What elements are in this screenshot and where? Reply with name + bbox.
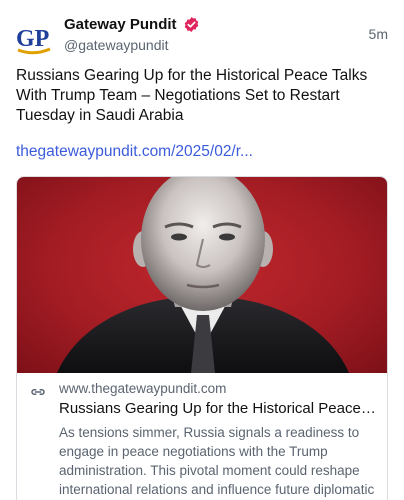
post-header: Gateway Pundit @gatewaypundit [64,14,200,53]
post: GP Gateway Pundit @gatewaypundit 5m Russ… [0,0,404,500]
link-preview-card[interactable]: www.thegatewaypundit.com Russians Gearin… [16,176,388,500]
card-description: As tensions simmer, Russia signals a rea… [59,425,375,497]
author-avatar[interactable]: GP [14,18,54,58]
author-handle[interactable]: @gatewaypundit [64,37,200,53]
post-time[interactable]: 5m [369,26,388,42]
author-display-name[interactable]: Gateway Pundit [64,16,177,33]
card-image [17,177,387,373]
card-meta: www.thegatewaypundit.com Russians Gearin… [17,373,387,500]
verified-badge-icon [183,16,200,33]
link-icon [31,389,45,395]
gateway-pundit-logo: GP [16,26,51,55]
card-title[interactable]: Russians Gearing Up for the Historical P… [59,399,377,419]
post-link[interactable]: thegatewaypundit.com/2025/02/r... [16,143,253,161]
card-domain: www.thegatewaypundit.com [59,381,227,396]
post-text: Russians Gearing Up for the Historical P… [16,67,368,124]
portrait-image [57,177,349,373]
logo-text: GP [16,26,49,52]
